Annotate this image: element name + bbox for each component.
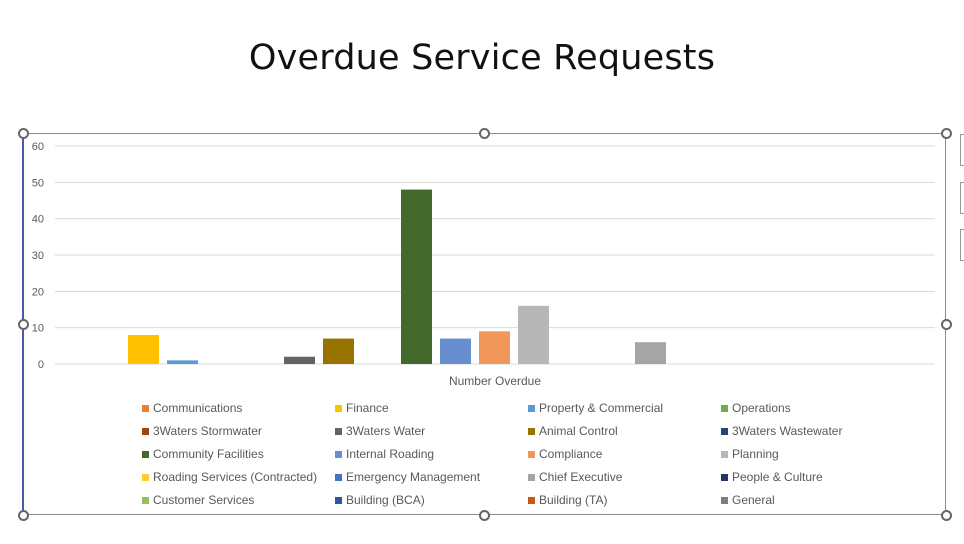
legend-item[interactable]: 3Waters Wastewater	[721, 423, 902, 439]
legend-label: Operations	[732, 401, 791, 415]
y-tick-label: 30	[32, 250, 44, 262]
legend-item[interactable]: Roading Services (Contracted)	[142, 469, 335, 485]
legend-item[interactable]: Building (BCA)	[335, 492, 528, 508]
legend-label: People & Culture	[732, 470, 823, 484]
legend-label: Building (TA)	[539, 493, 608, 507]
legend-label: Animal Control	[539, 424, 618, 438]
legend-swatch-icon	[335, 450, 342, 458]
legend-label: 3Waters Water	[346, 424, 426, 438]
legend-label: 3Waters Wastewater	[732, 424, 843, 438]
legend-label: Communications	[153, 401, 243, 415]
legend-label: 3Waters Stormwater	[153, 424, 262, 438]
bar-internal-roading[interactable]	[440, 338, 471, 364]
y-tick-label: 0	[38, 359, 44, 371]
legend-item[interactable]: Operations	[721, 400, 902, 416]
legend-item[interactable]: Customer Services	[142, 492, 335, 508]
legend-label: Planning	[732, 447, 779, 461]
legend-swatch-icon	[142, 496, 149, 504]
legend-swatch-icon	[721, 404, 728, 412]
bar-property-commercial[interactable]	[167, 360, 198, 364]
legend-label: Customer Services	[153, 493, 255, 507]
legend-label: General	[732, 493, 775, 507]
legend-swatch-icon	[142, 404, 149, 412]
legend-label: Emergency Management	[346, 470, 481, 484]
y-tick-label: 10	[32, 323, 44, 335]
legend-item[interactable]: 3Waters Water	[335, 423, 528, 439]
legend-swatch-icon	[528, 427, 535, 435]
legend-item[interactable]: Building (TA)	[528, 492, 721, 508]
y-tick-label: 50	[32, 177, 44, 189]
legend-swatch-icon	[142, 450, 149, 458]
legend-swatch-icon	[142, 473, 149, 481]
legend-label: Compliance	[539, 447, 603, 461]
legend-item[interactable]: Internal Roading	[335, 446, 528, 462]
legend-swatch-icon	[528, 496, 535, 504]
legend-label: Building (BCA)	[346, 493, 425, 507]
legend-swatch-icon	[335, 473, 342, 481]
bar-chief-executive[interactable]	[635, 342, 666, 364]
legend-item[interactable]: 3Waters Stormwater	[142, 423, 335, 439]
legend-swatch-icon	[335, 404, 342, 412]
legend-swatch-icon	[528, 473, 535, 481]
legend-item[interactable]: Emergency Management	[335, 469, 528, 485]
legend-label: Community Facilities	[153, 447, 264, 461]
legend-swatch-icon	[335, 496, 342, 504]
bar-compliance[interactable]	[479, 331, 510, 364]
legend-label: Finance	[346, 401, 389, 415]
legend-swatch-icon	[142, 427, 149, 435]
bar-animal-control[interactable]	[323, 338, 354, 364]
legend-item[interactable]: Chief Executive	[528, 469, 721, 485]
legend-item[interactable]: People & Culture	[721, 469, 902, 485]
legend-item[interactable]: Community Facilities	[142, 446, 335, 462]
bar-finance[interactable]	[128, 334, 159, 364]
legend-item[interactable]: Communications	[142, 400, 335, 416]
legend-label: Roading Services (Contracted)	[153, 470, 318, 484]
legend-swatch-icon	[721, 450, 728, 458]
y-tick-label: 40	[32, 214, 44, 226]
y-tick-label: 60	[32, 141, 44, 153]
bar-planning[interactable]	[518, 305, 549, 364]
y-tick-label: 20	[32, 286, 44, 298]
legend-swatch-icon	[721, 473, 728, 481]
legend-swatch-icon	[335, 427, 342, 435]
bar-community-facilities[interactable]	[401, 189, 432, 364]
legend-item[interactable]: Finance	[335, 400, 528, 416]
legend-item[interactable]: General	[721, 492, 902, 508]
bar-3waters-water[interactable]	[284, 356, 315, 364]
legend-swatch-icon	[721, 496, 728, 504]
legend-item[interactable]: Compliance	[528, 446, 721, 462]
legend-swatch-icon	[528, 404, 535, 412]
legend-item[interactable]: Property & Commercial	[528, 400, 721, 416]
chart-legend: Communications Finance Property & Commerci…	[142, 400, 902, 508]
legend-label: Internal Roading	[346, 447, 435, 461]
legend-label: Property & Commercial	[539, 401, 664, 415]
legend-item[interactable]: Planning	[721, 446, 902, 462]
x-category-label: Number Overdue	[449, 374, 541, 388]
legend-item[interactable]: Animal Control	[528, 423, 721, 439]
legend-swatch-icon	[528, 450, 535, 458]
legend-swatch-icon	[721, 427, 728, 435]
legend-label: Chief Executive	[539, 470, 623, 484]
